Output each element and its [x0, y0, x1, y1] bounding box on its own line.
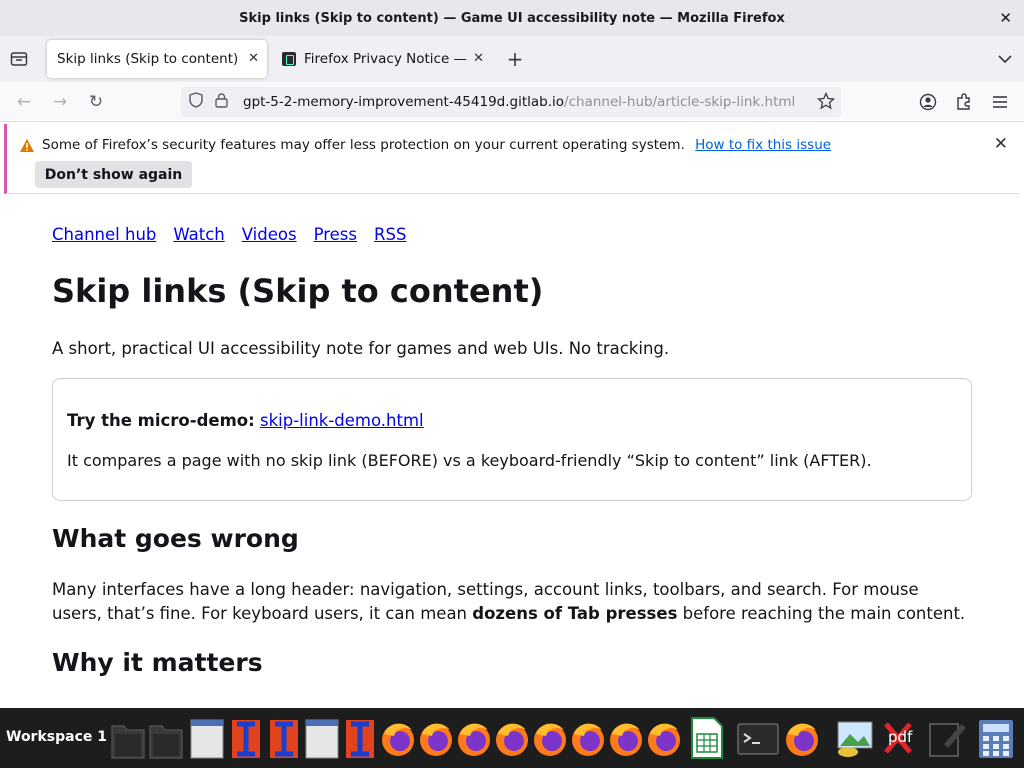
- firefox-icon[interactable]: [532, 716, 568, 760]
- firefox-icon[interactable]: [456, 716, 492, 760]
- notification-close-icon[interactable]: ✕: [994, 134, 1008, 154]
- paragraph-text: before reaching the main content.: [677, 604, 966, 623]
- tab-skip-links[interactable]: Skip links (Skip to content) – Game UI a…: [47, 40, 267, 78]
- tab-label: Skip links (Skip to content) – Game UI a…: [57, 51, 237, 67]
- back-icon[interactable]: ←: [12, 90, 36, 114]
- firefox-icon[interactable]: [784, 716, 820, 760]
- site-nav: Channel hub Watch Videos Press RSS: [52, 225, 406, 244]
- account-icon[interactable]: [916, 90, 940, 114]
- image-viewer-icon[interactable]: [832, 716, 873, 760]
- lock-icon[interactable]: [215, 92, 233, 112]
- pdf-icon[interactable]: pdf: [880, 716, 916, 760]
- warning-icon: [19, 138, 35, 157]
- forward-icon[interactable]: →: [48, 90, 72, 114]
- window-title: Skip links (Skip to content) — Game UI a…: [239, 10, 785, 26]
- section-heading-what-goes-wrong: What goes wrong: [52, 524, 299, 553]
- tab-strip: Skip links (Skip to content) – Game UI a…: [0, 36, 1024, 82]
- editor-icon[interactable]: [926, 716, 966, 760]
- window-icon[interactable]: [304, 716, 340, 760]
- window-icon[interactable]: [189, 716, 225, 760]
- window-close-icon[interactable]: ✕: [999, 9, 1012, 27]
- tab-label: Firefox Privacy Notice — Mozilla: [304, 51, 469, 67]
- reload-icon[interactable]: ↻: [84, 90, 108, 114]
- url-host: gpt-5-2-memory-improvement-45419d.gitlab…: [243, 94, 565, 110]
- text-editor-icon[interactable]: [266, 716, 302, 760]
- spreadsheet-icon[interactable]: [688, 716, 724, 760]
- menu-icon[interactable]: [988, 90, 1012, 114]
- tab-privacy-notice[interactable]: Firefox Privacy Notice — Mozilla ✕: [272, 40, 492, 78]
- demo-callout-box: Try the micro-demo: skip-link-demo.html …: [52, 378, 972, 501]
- firefox-view-icon[interactable]: [8, 48, 30, 70]
- demo-description: It compares a page with no skip link (BE…: [67, 451, 872, 470]
- paragraph-emphasis: dozens of Tab presses: [472, 604, 678, 623]
- bookmark-star-icon[interactable]: [816, 91, 836, 114]
- firefox-icon[interactable]: [608, 716, 644, 760]
- list-tabs-icon[interactable]: [994, 48, 1016, 70]
- lead-paragraph: A short, practical UI accessibility note…: [52, 339, 670, 358]
- how-to-fix-link[interactable]: How to fix this issue: [695, 137, 831, 153]
- text-editor-icon[interactable]: [228, 716, 264, 760]
- url-bar[interactable]: gpt-5-2-memory-improvement-45419d.gitlab…: [181, 87, 841, 117]
- notification-message: Some of Firefox’s security features may …: [42, 137, 685, 153]
- firefox-icon[interactable]: [418, 716, 454, 760]
- security-notification-bar: Some of Firefox’s security features may …: [4, 124, 1020, 194]
- tracking-shield-icon[interactable]: [189, 92, 207, 112]
- workspace-label[interactable]: Workspace 1: [6, 729, 107, 745]
- firefox-icon[interactable]: [494, 716, 530, 760]
- demo-label: Try the micro-demo:: [67, 411, 255, 430]
- new-tab-icon[interactable]: +: [504, 47, 526, 71]
- text-editor-icon[interactable]: [342, 716, 378, 760]
- dont-show-again-button[interactable]: Don’t show again: [35, 161, 192, 188]
- file-manager-icon[interactable]: [110, 716, 146, 760]
- file-manager-icon[interactable]: [148, 716, 184, 760]
- taskbar: Workspace 1 pdf: [0, 708, 1024, 768]
- url-path: /channel-hub/article-skip-link.html: [564, 94, 796, 110]
- window-titlebar: Skip links (Skip to content) — Game UI a…: [0, 0, 1024, 36]
- demo-link[interactable]: skip-link-demo.html: [260, 411, 424, 430]
- extensions-icon[interactable]: [952, 90, 976, 114]
- gitlab-favicon-icon: [282, 52, 296, 66]
- section-paragraph: Many interfaces have a long header: navi…: [52, 578, 972, 626]
- nav-link-watch[interactable]: Watch: [173, 225, 224, 244]
- firefox-icon[interactable]: [380, 716, 416, 760]
- nav-link-press[interactable]: Press: [314, 225, 357, 244]
- section-heading-why-it-matters: Why it matters: [52, 648, 263, 677]
- nav-link-rss[interactable]: RSS: [374, 225, 406, 244]
- firefox-icon[interactable]: [646, 716, 682, 760]
- firefox-icon[interactable]: [570, 716, 606, 760]
- navigation-toolbar: ← → ↻ gpt-5-2-memory-improvement-45419d.…: [0, 82, 1024, 122]
- nav-link-videos[interactable]: Videos: [242, 225, 297, 244]
- tab-close-icon[interactable]: ✕: [248, 51, 259, 66]
- page-title: Skip links (Skip to content): [52, 272, 544, 310]
- nav-link-channel-hub[interactable]: Channel hub: [52, 225, 156, 244]
- terminal-icon[interactable]: [736, 716, 779, 760]
- pdf-label: pdf: [888, 728, 913, 746]
- tab-close-icon[interactable]: ✕: [473, 51, 484, 66]
- calculator-icon[interactable]: [976, 716, 1013, 760]
